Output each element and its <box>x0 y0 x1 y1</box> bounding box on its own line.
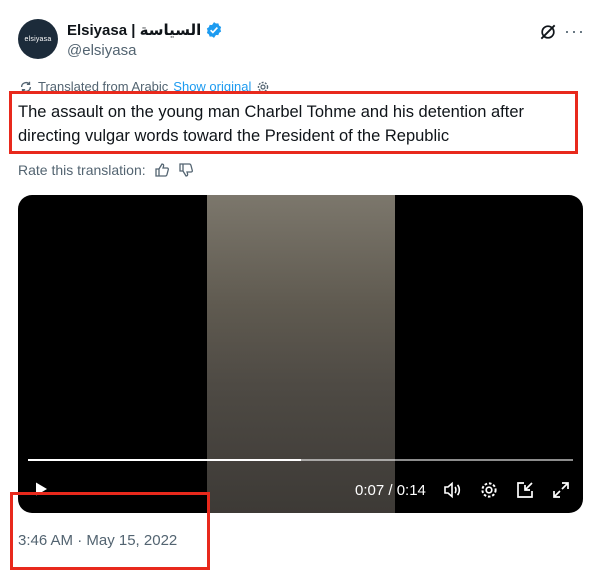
display-name[interactable]: Elsiyasa | السياسة <box>67 21 201 39</box>
video-progress-fill <box>28 459 301 461</box>
thumbs-up-icon[interactable] <box>154 162 170 178</box>
more-options-icon[interactable]: ··· <box>564 22 586 42</box>
verified-badge-icon <box>207 22 222 38</box>
thumbs-down-icon[interactable] <box>178 162 194 178</box>
grok-icon[interactable] <box>538 22 558 42</box>
author-handle[interactable]: @elsiyasa <box>67 42 136 59</box>
video-time: 0:07 / 0:14 <box>355 482 426 499</box>
highlight-box-text <box>9 91 578 154</box>
highlight-box-timestamp <box>10 492 210 570</box>
video-player[interactable]: 0:07 / 0:14 <box>18 195 583 513</box>
fullscreen-icon[interactable] <box>551 480 571 500</box>
settings-gear-icon[interactable] <box>479 480 499 500</box>
avatar[interactable]: elsiyasa <box>18 19 58 59</box>
rate-translation-label: Rate this translation: <box>18 162 146 178</box>
volume-icon[interactable] <box>442 480 462 500</box>
video-frame <box>207 195 395 513</box>
picture-in-picture-icon[interactable] <box>515 480 535 500</box>
video-progress-bar[interactable] <box>28 459 573 461</box>
rate-translation-row: Rate this translation: <box>18 162 194 178</box>
author-name-row: Elsiyasa | السياسة <box>67 21 223 39</box>
